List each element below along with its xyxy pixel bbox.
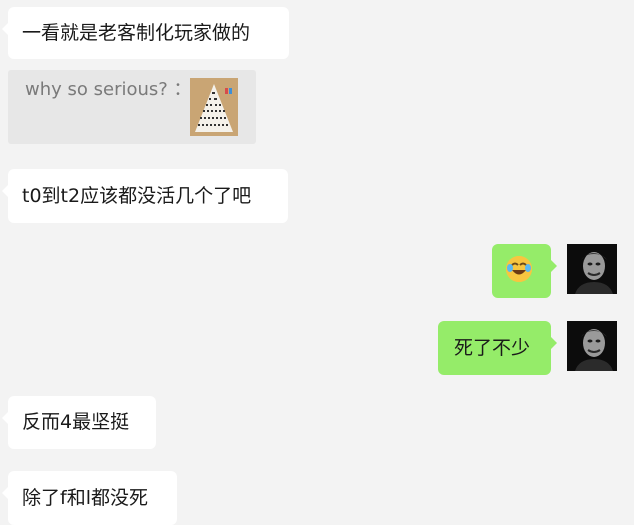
message-text: 反而4最坚挺 bbox=[22, 411, 130, 433]
chat-bubble-outgoing[interactable] bbox=[492, 244, 557, 298]
chat-bubble-outgoing[interactable]: 死了不少 bbox=[438, 321, 557, 375]
bubble-tail bbox=[2, 23, 8, 35]
quoted-message-text: why so serious? ： bbox=[25, 79, 192, 100]
bubble-tail bbox=[2, 412, 8, 424]
joker-avatar-icon[interactable] bbox=[567, 321, 617, 371]
chat-bubble-incoming[interactable]: 一看就是老客制化玩家做的 bbox=[2, 7, 289, 59]
pyramid-tier-chart-icon[interactable] bbox=[190, 78, 238, 136]
message-text: t0到t2应该都没活几个了吧 bbox=[22, 185, 252, 207]
rolling-laughing-emoji-icon bbox=[506, 256, 532, 282]
chat-bubble-incoming[interactable]: 反而4最坚挺 bbox=[2, 396, 156, 449]
message-text: 一看就是老客制化玩家做的 bbox=[22, 22, 251, 44]
bubble-tail bbox=[551, 337, 557, 349]
bubble-tail bbox=[2, 185, 8, 197]
message-text: 死了不少 bbox=[454, 337, 531, 359]
chat-bubble-incoming[interactable]: t0到t2应该都没活几个了吧 bbox=[2, 169, 288, 223]
bubble-tail bbox=[2, 487, 8, 499]
chat-bubble-incoming[interactable]: 除了f和l都没死 bbox=[2, 471, 177, 525]
message-text: 除了f和l都没死 bbox=[22, 487, 148, 509]
bubble-tail bbox=[551, 260, 557, 272]
quoted-message[interactable]: why so serious? ： bbox=[8, 70, 256, 144]
joker-avatar-icon[interactable] bbox=[567, 244, 617, 294]
